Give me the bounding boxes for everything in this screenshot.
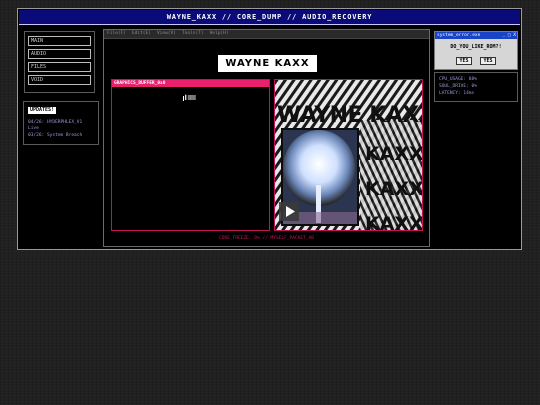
- menu-bar: File(F) Edit(E) View(V) Tools(T) Help(H): [104, 30, 429, 39]
- video-text: KAXX: [365, 178, 423, 200]
- yes-button-2[interactable]: YES: [480, 57, 496, 65]
- center-window: File(F) Edit(E) View(V) Tools(T) Help(H)…: [103, 29, 430, 247]
- yes-button[interactable]: YES: [456, 57, 472, 65]
- sidebar-item-main[interactable]: MAIN: [28, 36, 91, 46]
- window-title: WAYNE_KAXX // CORE_DUMP // AUDIO_RECOVER…: [19, 10, 520, 25]
- graphics-buffer-panel: GRAPHICS_BUFFER_0x0 ▌▒▒▒: [111, 79, 270, 231]
- dialog-title-text: system_error.exe: [437, 33, 481, 38]
- stat-latency: LATENCY: 14ms: [439, 91, 475, 96]
- video-player[interactable]: WAYNE KAXX KAXX KAXX KAXX: [274, 79, 423, 231]
- error-dialog: system_error.exe _ □ X DO_YOU_LIKE_ROM?!…: [434, 31, 518, 70]
- dialog-question: DO_YOU_LIKE_ROM?!: [450, 44, 502, 50]
- menu-edit[interactable]: Edit(E): [132, 30, 151, 38]
- dialog-window-controls[interactable]: _ □ X: [502, 32, 516, 39]
- menu-file[interactable]: File(F): [107, 30, 126, 38]
- dialog-title: system_error.exe _ □ X: [435, 32, 517, 39]
- menu-help[interactable]: Help(H): [210, 30, 229, 38]
- update-line: 03/26: System Breach: [28, 133, 83, 138]
- stat-cpu: CPU_USAGE: 88%: [439, 77, 477, 82]
- menu-tools[interactable]: Tools(T): [182, 30, 204, 38]
- main-window: WAYNE_KAXX // CORE_DUMP // AUDIO_RECOVER…: [17, 8, 522, 250]
- status-line: CORE_FREEZE: 0% // MYSELF_PACKET_AB: [219, 236, 314, 241]
- sidebar-item-void[interactable]: VOID: [28, 75, 91, 85]
- video-text: WAYNE KAXX: [277, 103, 423, 128]
- video-text: KAXX: [365, 143, 423, 165]
- graphics-buffer-title: GRAPHICS_BUFFER_0x0: [112, 80, 269, 87]
- sidebar-item-files[interactable]: FILES: [28, 62, 91, 72]
- stat-soul-drive: SOUL_DRIVE: 0%: [439, 84, 477, 89]
- video-text: KAXX: [365, 213, 423, 231]
- logo: WAYNE KAXX: [218, 55, 317, 72]
- menu-view[interactable]: View(V): [157, 30, 176, 38]
- stats-panel: CPU_USAGE: 88% SOUL_DRIVE: 0% LATENCY: 1…: [434, 72, 518, 102]
- updates-panel: UPDATES! 04/26: HYDERPHLEX_V1 Live 03/26…: [23, 101, 99, 145]
- sidebar-item-audio[interactable]: AUDIO: [28, 49, 91, 59]
- update-line: Live: [28, 126, 39, 131]
- updates-title: UPDATES!: [28, 107, 57, 114]
- video-frame: WAYNE KAXX KAXX KAXX KAXX: [275, 80, 423, 231]
- graphics-buffer-indicator: ▌▒▒▒: [183, 96, 196, 101]
- sidebar-nav: MAIN AUDIO FILES VOID: [24, 31, 95, 93]
- play-icon[interactable]: [279, 202, 299, 221]
